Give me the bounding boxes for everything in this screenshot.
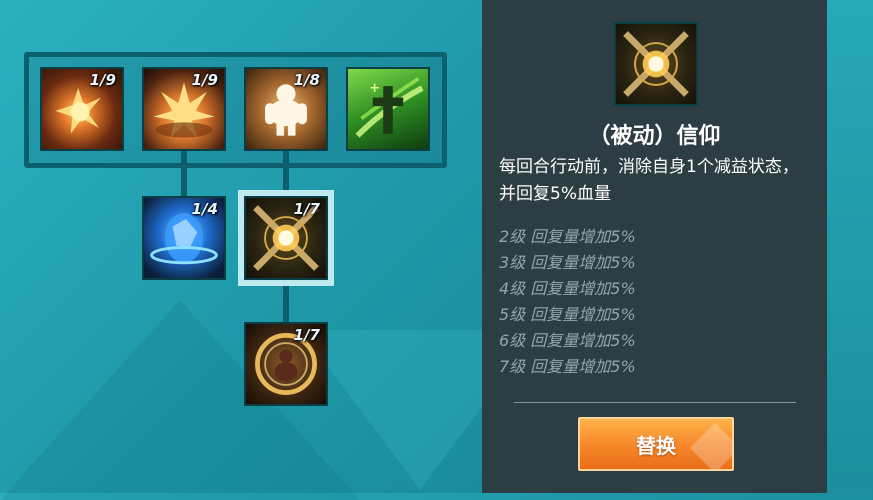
skill-cross-heal[interactable]: + [346,67,430,151]
skill-shield[interactable]: 1/4 [142,196,226,280]
skill-level: 1/8 [293,71,320,89]
skill-level: 1/9 [191,71,218,89]
skill-golem[interactable]: 1/8 [244,67,328,151]
replace-button[interactable]: 替换 [578,417,734,471]
faith-icon [623,31,689,97]
svg-text:+: + [369,81,380,96]
skill-detail-panel: （被动）信仰 每回合行动前，消除自身1个减益状态，并回复5%血量 2级 回复量增… [482,0,827,493]
cross-heal-icon: + [355,76,424,138]
selected-skill-icon [614,22,698,106]
background-strip [827,0,873,493]
level-bonus-row: 4级 回复量增加5% [499,279,636,298]
level-bonus-row: 2级 回复量增加5% [499,227,636,246]
tree-connector [283,150,289,198]
tree-connector [283,285,289,325]
level-list: 2级 回复量增加5% 3级 回复量增加5% 4级 回复量增加5% 5级 回复量增… [499,224,814,380]
level-bonus-row: 7级 回复量增加5% [499,357,636,376]
skill-level: 1/7 [293,326,320,344]
skill-explosion[interactable]: 1/9 [40,67,124,151]
skill-title: （被动）信仰 [588,124,721,149]
skill-level: 1/9 [89,71,116,89]
skill-guardian[interactable]: 1/7 [244,322,328,406]
level-bonus-row: 6级 回复量增加5% [499,331,636,350]
level-bonus-row: 5级 回复量增加5% [499,305,636,324]
skill-burst[interactable]: 1/9 [142,67,226,151]
divider [514,402,796,403]
skill-level: 1/4 [191,200,218,218]
skill-faith[interactable]: 1/7 [238,190,334,286]
level-bonus-row: 3级 回复量增加5% [499,253,636,272]
diamond-deco-icon [690,423,732,469]
skill-description: 每回合行动前，消除自身1个减益状态，并回复5%血量 [499,157,799,204]
skill-level: 1/7 [293,200,320,218]
tree-connector [181,150,187,198]
replace-button-label: 替换 [636,433,676,458]
